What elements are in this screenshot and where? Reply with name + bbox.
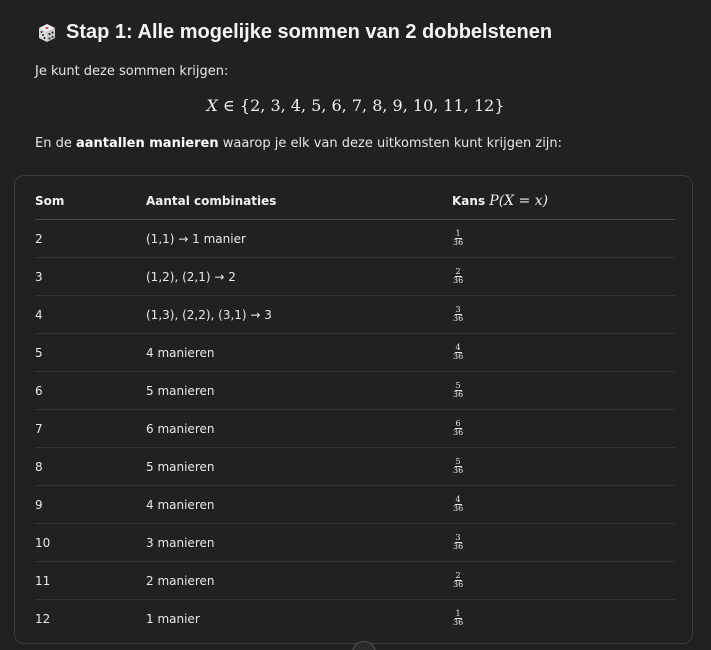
- combinations-cell: 6 manieren: [146, 409, 452, 448]
- fraction-denominator: 36: [453, 580, 464, 589]
- probability-fraction: 1 36: [452, 610, 464, 627]
- table-row: 2 (1,1) → 1 manier 1 36: [35, 219, 675, 258]
- probability-cell: 2 36: [452, 561, 675, 600]
- combinations-cell: 4 manieren: [146, 333, 452, 372]
- probability-cell: 1 36: [452, 219, 675, 258]
- table-header-row: Som Aantal combinaties Kans P(X = x): [35, 183, 675, 220]
- probability-cell: 5 36: [452, 447, 675, 486]
- table-row: 11 2 manieren 2 36: [35, 561, 675, 600]
- probability-cell: 1 36: [452, 600, 675, 638]
- probability-fraction: 4 36: [452, 496, 464, 513]
- som-cell: 2: [35, 219, 146, 258]
- probability-fraction: 5 36: [452, 382, 464, 399]
- som-cell: 7: [35, 409, 146, 448]
- header-som: Som: [35, 183, 146, 220]
- combinations-cell: (1,1) → 1 manier: [146, 219, 452, 258]
- probability-cell: 5 36: [452, 371, 675, 410]
- table-row: 54 manieren 4 36: [35, 333, 675, 372]
- table-row: 10 3 manieren 3 36: [35, 523, 675, 562]
- set-expression: X ∈ {2, 3, 4, 5, 6, 7, 8, 9, 10, 11, 12}: [0, 96, 711, 115]
- som-cell: 9: [35, 485, 146, 524]
- probability-fraction: 1 36: [452, 230, 464, 247]
- table-row: 85 manieren 5 36: [35, 447, 675, 486]
- som-cell: 6: [35, 371, 146, 410]
- header-kans: Kans P(X = x): [452, 183, 675, 220]
- som-cell: 10: [35, 523, 146, 562]
- som-cell: 4: [35, 295, 146, 334]
- fraction-denominator: 36: [453, 238, 464, 247]
- combinations-cell: 2 manieren: [146, 561, 452, 600]
- som-cell: 3: [35, 257, 146, 296]
- fraction-denominator: 36: [453, 276, 464, 285]
- set-relation: ∈: [222, 96, 235, 115]
- set-values: {2, 3, 4, 5, 6, 7, 8, 9, 10, 11, 12}: [239, 96, 505, 115]
- header-kans-label: Kans: [452, 194, 486, 208]
- combinations-cell: 1 manier: [146, 611, 200, 626]
- probability-fraction: 2 36: [452, 572, 464, 589]
- som-cell: 8: [35, 447, 146, 486]
- fraction-denominator: 36: [453, 504, 464, 513]
- section-heading: Stap 1: Alle mogelijke sommen van 2 dobb…: [37, 21, 552, 44]
- probability-fraction: 4 36: [452, 344, 464, 361]
- fraction-denominator: 36: [453, 466, 464, 475]
- probability-cell: 2 36: [452, 257, 675, 296]
- set-variable: X: [206, 96, 218, 115]
- game-die-icon: [39, 23, 55, 42]
- combinations-cell: (1,3), (2,2), (3,1) → 3: [146, 295, 452, 334]
- combinations-cell: 4 manieren: [146, 485, 452, 524]
- som-cell: 12: [35, 611, 51, 626]
- combinations-cell: 5 manieren: [146, 371, 452, 410]
- table-row: 3 (1,2), (2,1) → 2 2 36: [35, 257, 675, 296]
- intro-text: Je kunt deze sommen krijgen:: [35, 64, 229, 79]
- probability-table: Som Aantal combinaties Kans P(X = x) 2 (1…: [35, 183, 675, 637]
- combinations-cell: 5 manieren: [146, 447, 452, 486]
- fraction-denominator: 36: [453, 390, 464, 399]
- fraction-denominator: 36: [453, 618, 464, 627]
- fraction-denominator: 36: [453, 428, 464, 437]
- probability-cell: 6 36: [452, 409, 675, 448]
- probability-cell: 4 36: [452, 333, 675, 372]
- probability-cell: 3 36: [452, 523, 675, 562]
- description-bold: aantallen manieren: [75, 136, 219, 151]
- probability-fraction: 5 36: [452, 458, 464, 475]
- probability-fraction: 2 36: [452, 268, 464, 285]
- description-prefix: En de: [35, 136, 76, 151]
- table-row: 65 manieren 5 36: [35, 371, 675, 410]
- combinations-cell: 3 manieren: [146, 523, 452, 562]
- probability-fraction: 3 36: [452, 534, 464, 551]
- probability-fraction: 6 36: [452, 420, 464, 437]
- probability-cell: 3 36: [452, 295, 675, 334]
- probability-cell: 4 36: [452, 485, 675, 524]
- combinations-cell: (1,2), (2,1) → 2: [146, 257, 452, 296]
- description-suffix: waarop je elk van deze uitkomsten kunt k…: [218, 136, 563, 151]
- fraction-denominator: 36: [453, 314, 464, 323]
- fraction-denominator: 36: [453, 542, 464, 551]
- som-cell: 5: [35, 333, 146, 372]
- description-text: En de aantallen manieren waarop je elk v…: [35, 136, 562, 151]
- fraction-denominator: 36: [453, 352, 464, 361]
- table-row: 12 1 manier 1 36: [35, 600, 675, 638]
- table-body: 2 (1,1) → 1 manier 1 36 3 (1,2), (2,1) → 2 2 36…: [35, 219, 675, 638]
- table-row: 94 manieren 4 36: [35, 485, 675, 524]
- probability-fraction: 3 36: [452, 306, 464, 323]
- probability-table-container: Som Aantal combinaties Kans P(X = x) 2 (1…: [14, 175, 693, 644]
- header-kans-symbol: P(X = x): [489, 193, 549, 209]
- som-cell: 11: [35, 561, 146, 600]
- header-combinations: Aantal combinaties: [146, 183, 452, 220]
- table-row: 76 manieren 6 36: [35, 409, 675, 448]
- table-row: 4 (1,3), (2,2), (3,1) → 3 3 36: [35, 295, 675, 334]
- page-title: Stap 1: Alle mogelijke sommen van 2 dobb…: [66, 21, 553, 43]
